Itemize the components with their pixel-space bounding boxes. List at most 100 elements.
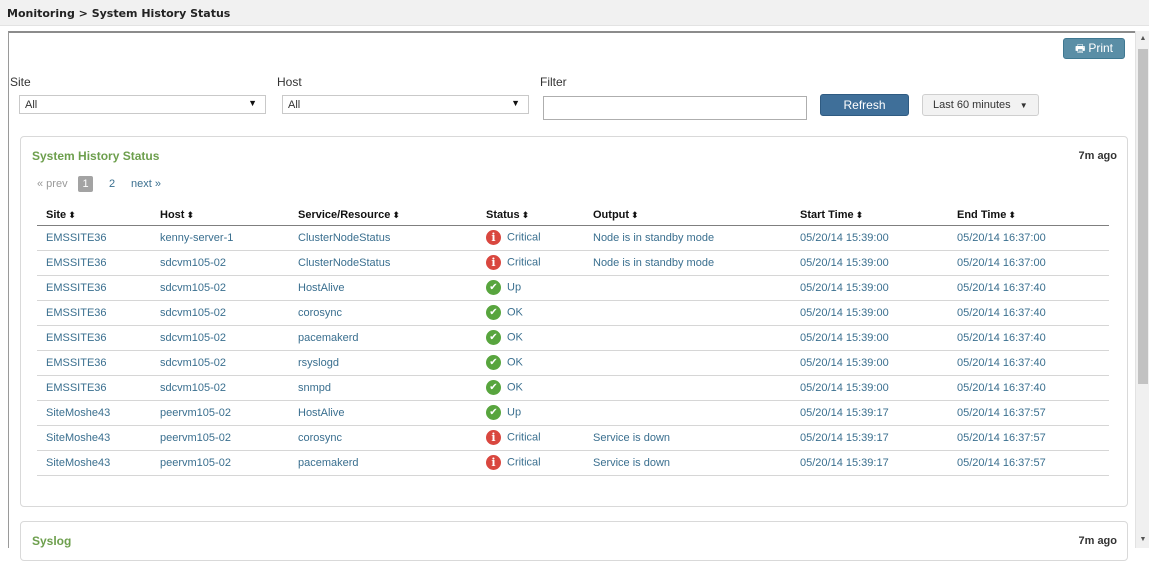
host-cell[interactable]: sdcvm105-02	[151, 350, 289, 376]
table-row: EMSSITE36 sdcvm105-02 corosync ✔ OK 05/20/14 …	[37, 300, 1109, 326]
site-cell[interactable]: EMSSITE36	[37, 225, 151, 251]
site-cell[interactable]: SiteMoshe43	[37, 450, 151, 476]
site-cell[interactable]: EMSSITE36	[37, 350, 151, 376]
filter-input[interactable]	[543, 96, 807, 120]
table-header-row: Site ⬍ Host ⬍ Service/Resource ⬍ Status ⬍ Ou…	[37, 205, 1109, 226]
service-cell[interactable]: corosync	[289, 300, 477, 326]
status-text: Critical	[507, 231, 541, 244]
host-cell[interactable]: peervm105-02	[151, 400, 289, 426]
print-button[interactable]: 🖶 Print	[1063, 38, 1125, 59]
service-cell[interactable]: ClusterNodeStatus	[289, 250, 477, 276]
sort-icon: ⬍	[855, 209, 864, 220]
status-cell: ✔ OK	[477, 300, 584, 326]
service-cell[interactable]: pacemakerd	[289, 450, 477, 476]
host-select[interactable]: All ▼	[282, 95, 529, 114]
output-cell: Service is down	[584, 425, 791, 451]
site-cell[interactable]: EMSSITE36	[37, 275, 151, 301]
host-label: Host	[277, 75, 302, 89]
table-row: EMSSITE36 sdcvm105-02 rsyslogd ✔ OK 05/20/14 …	[37, 350, 1109, 376]
table-row: EMSSITE36 sdcvm105-02 HostAlive ✔ Up 05/20/14…	[37, 275, 1109, 301]
table-row: EMSSITE36 sdcvm105-02 snmpd ✔ OK 05/20/14 15:…	[37, 375, 1109, 401]
host-cell[interactable]: peervm105-02	[151, 425, 289, 451]
sort-icon: ⬍	[186, 209, 194, 220]
time-range-dropdown[interactable]: Last 60 minutes ▼	[922, 94, 1039, 116]
pager-next-link[interactable]: next »	[131, 178, 161, 190]
caret-down-icon: ▼	[1019, 101, 1028, 110]
table-row: SiteMoshe43 peervm105-02 pacemakerd i Critic…	[37, 450, 1109, 476]
pager-page-2-link[interactable]: 2	[109, 178, 115, 190]
status-cell: i Critical	[477, 425, 584, 451]
check-icon: ✔	[486, 305, 501, 320]
sort-icon: ⬍	[631, 209, 639, 220]
start-time-cell: 05/20/14 15:39:00	[791, 300, 948, 326]
col-header-service[interactable]: Service/Resource ⬍	[289, 205, 477, 226]
caret-down-icon: ▼	[248, 98, 257, 108]
panel-title: System History Status	[32, 149, 160, 163]
end-time-cell: 05/20/14 16:37:40	[948, 375, 1109, 401]
col-header-site[interactable]: Site ⬍	[37, 205, 151, 226]
service-cell[interactable]: rsyslogd	[289, 350, 477, 376]
host-cell[interactable]: sdcvm105-02	[151, 325, 289, 351]
site-cell[interactable]: EMSSITE36	[37, 250, 151, 276]
col-header-output[interactable]: Output ⬍	[584, 205, 791, 226]
host-cell[interactable]: peervm105-02	[151, 450, 289, 476]
status-text: Up	[507, 281, 522, 294]
scroll-up-icon[interactable]: ▲	[1136, 31, 1149, 47]
status-text: Critical	[507, 431, 541, 444]
col-header-start-time[interactable]: Start Time ⬍	[791, 205, 948, 226]
service-cell[interactable]: HostAlive	[289, 275, 477, 301]
status-text: OK	[507, 306, 523, 319]
printer-icon: 🖶	[1074, 43, 1086, 55]
check-icon: ✔	[486, 405, 501, 420]
refresh-button[interactable]: Refresh	[820, 94, 909, 116]
site-cell[interactable]: SiteMoshe43	[37, 400, 151, 426]
host-cell[interactable]: sdcvm105-02	[151, 300, 289, 326]
start-time-cell: 05/20/14 15:39:00	[791, 325, 948, 351]
end-time-cell: 05/20/14 16:37:00	[948, 250, 1109, 276]
status-cell: ✔ Up	[477, 400, 584, 426]
host-cell[interactable]: sdcvm105-02	[151, 275, 289, 301]
host-select-value: All	[288, 99, 301, 111]
table-row: EMSSITE36 kenny-server-1 ClusterNodeStatus…	[37, 225, 1109, 251]
end-time-cell: 05/20/14 16:37:57	[948, 425, 1109, 451]
start-time-cell: 05/20/14 15:39:17	[791, 450, 948, 476]
site-cell[interactable]: EMSSITE36	[37, 300, 151, 326]
service-cell[interactable]: corosync	[289, 425, 477, 451]
host-cell[interactable]: sdcvm105-02	[151, 375, 289, 401]
status-cell: i Critical	[477, 250, 584, 276]
vertical-scrollbar[interactable]: ▲ ▼	[1135, 31, 1149, 548]
service-cell[interactable]: pacemakerd	[289, 325, 477, 351]
critical-icon: i	[486, 430, 501, 445]
critical-icon: i	[486, 255, 501, 270]
refresh-label: Refresh	[843, 98, 886, 112]
status-text: Critical	[507, 456, 541, 469]
site-select[interactable]: All ▼	[19, 95, 266, 114]
filter-label: Filter	[540, 75, 567, 89]
critical-icon: i	[486, 230, 501, 245]
output-cell	[584, 350, 791, 376]
start-time-cell: 05/20/14 15:39:17	[791, 425, 948, 451]
status-cell: i Critical	[477, 225, 584, 251]
panel-updated-ago: 7m ago	[1078, 150, 1117, 162]
scroll-down-icon[interactable]: ▼	[1136, 532, 1149, 548]
site-cell[interactable]: EMSSITE36	[37, 325, 151, 351]
col-header-host[interactable]: Host ⬍	[151, 205, 289, 226]
service-cell[interactable]: HostAlive	[289, 400, 477, 426]
service-cell[interactable]: ClusterNodeStatus	[289, 225, 477, 251]
col-header-status[interactable]: Status ⬍	[477, 205, 584, 226]
status-cell: ✔ OK	[477, 325, 584, 351]
col-header-end-time[interactable]: End Time ⬍	[948, 205, 1109, 226]
scroll-thumb[interactable]	[1138, 49, 1148, 384]
status-text: Up	[507, 406, 522, 419]
system-history-panel: System History Status 7m ago « prev 1 2 …	[20, 136, 1128, 507]
host-cell[interactable]: sdcvm105-02	[151, 250, 289, 276]
status-cell: i Critical	[477, 450, 584, 476]
pager-current-page: 1	[78, 176, 93, 192]
host-cell[interactable]: kenny-server-1	[151, 225, 289, 251]
table-row: EMSSITE36 sdcvm105-02 ClusterNodeStatus i Cr…	[37, 250, 1109, 276]
pager-prev-link[interactable]: « prev	[37, 178, 68, 190]
service-cell[interactable]: snmpd	[289, 375, 477, 401]
table-row: SiteMoshe43 peervm105-02 corosync i Critical…	[37, 425, 1109, 451]
site-cell[interactable]: EMSSITE36	[37, 375, 151, 401]
site-cell[interactable]: SiteMoshe43	[37, 425, 151, 451]
